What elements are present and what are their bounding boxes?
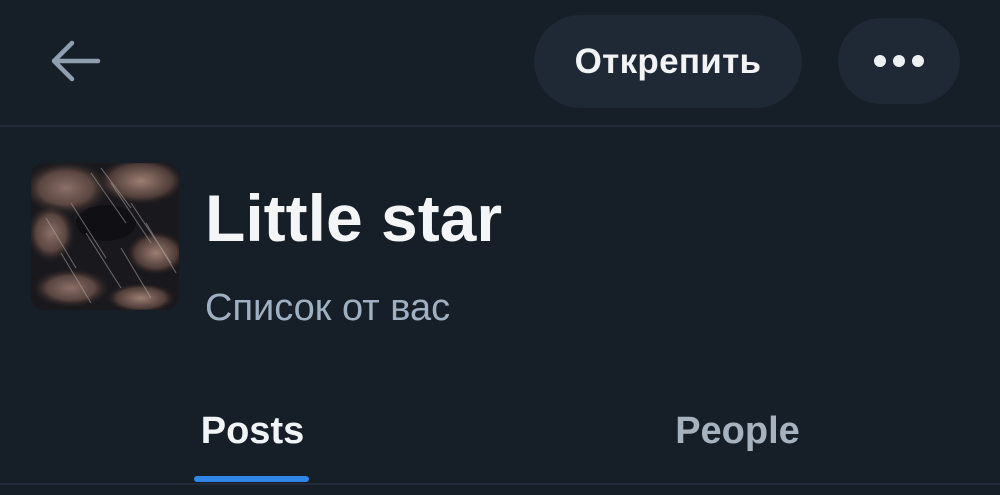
ellipsis-icon-dot: [912, 55, 924, 67]
unpin-button[interactable]: Открепить: [534, 15, 802, 108]
back-button[interactable]: [42, 30, 110, 92]
ellipsis-icon: [874, 55, 886, 67]
list-screen: Открепить Little star Список от вас Post…: [0, 0, 1000, 495]
active-tab-indicator: [194, 476, 309, 482]
list-avatar-image: [31, 163, 179, 310]
tab-posts[interactable]: Posts: [180, 380, 325, 483]
divider: [0, 483, 1000, 485]
ellipsis-icon-dot: [893, 55, 905, 67]
list-avatar[interactable]: [31, 163, 179, 310]
tab-people[interactable]: People: [650, 380, 825, 483]
tab-bar: Posts People: [0, 380, 1000, 483]
top-bar: Открепить: [0, 0, 1000, 127]
list-subtitle: Список от вас: [205, 287, 451, 329]
arrow-left-icon: [51, 40, 101, 82]
list-title: Little star: [205, 181, 503, 255]
more-options-button[interactable]: [838, 18, 960, 104]
